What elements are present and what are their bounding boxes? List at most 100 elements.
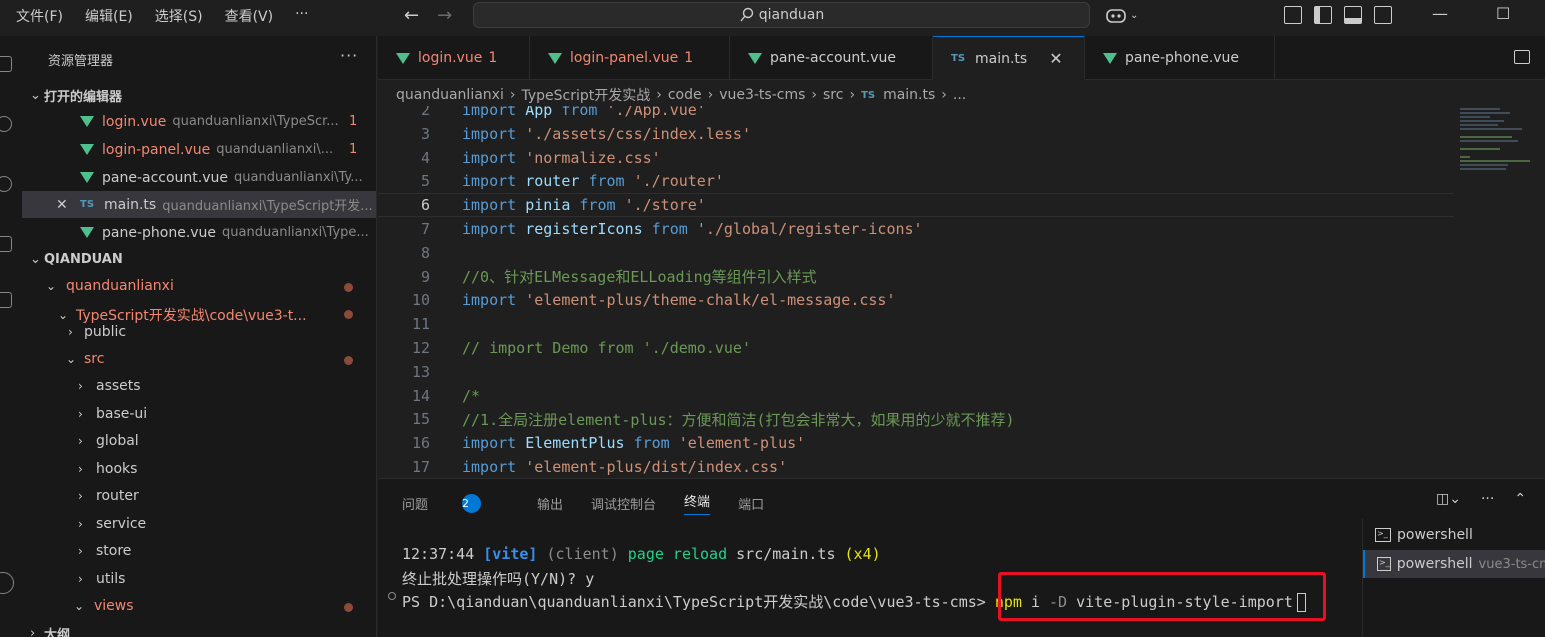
outline-header[interactable]: › 大纲: [30, 624, 70, 637]
code-line[interactable]: 3 import './assets/css/index.less': [378, 122, 1454, 146]
tree-folder-quanduanlianxi[interactable]: ⌄ quanduanlianxi: [46, 278, 174, 294]
forward-arrow-icon[interactable]: →: [437, 5, 452, 26]
chevron-down-icon: ⌄: [30, 252, 41, 267]
breadcrumb-item[interactable]: ...: [953, 87, 966, 103]
account-icon[interactable]: [0, 572, 14, 594]
terminal-item-powershell[interactable]: >_ powershell: [1363, 521, 1545, 549]
tab-login-panel-vue[interactable]: login-panel.vue 1: [530, 36, 730, 80]
tree-folder-public[interactable]: › public: [68, 324, 126, 340]
close-icon[interactable]: ✕: [1049, 49, 1062, 68]
code-line[interactable]: 10 import 'element-plus/theme-chalk/el-me…: [378, 288, 1454, 312]
tab-problems[interactable]: 问题 2: [402, 491, 509, 515]
split-terminal-icon[interactable]: ◫⌄: [1436, 491, 1461, 507]
breadcrumb-item[interactable]: src: [823, 87, 843, 103]
tree-folder-typescript-path[interactable]: ⌄ TypeScript开发实战\code\vue3-t...: [58, 305, 307, 325]
customize-layout-icon[interactable]: [1284, 6, 1302, 24]
code-line[interactable]: 14 /*: [378, 384, 1454, 408]
breadcrumb-item[interactable]: vue3-ts-cms: [719, 87, 805, 103]
chevron-right-icon: ›: [78, 544, 83, 558]
search-view-icon[interactable]: [0, 116, 12, 132]
breadcrumb-item[interactable]: code: [668, 87, 702, 103]
open-editor-main-ts[interactable]: ✕ TS main.ts quanduanlianxi\TypeScript开发…: [22, 191, 376, 218]
chevron-down-icon: ⌄: [46, 279, 57, 293]
ts-file-icon: TS: [80, 199, 95, 210]
chevron-down-icon: ⌄: [58, 308, 69, 322]
code-editor[interactable]: 2 import App from './App.vue' 3 import './a…: [378, 106, 1454, 476]
tree-folder-router[interactable]: › router: [78, 488, 139, 504]
command-decoration-icon[interactable]: [388, 592, 396, 600]
code-line[interactable]: 5 import router from './router': [378, 169, 1454, 193]
maximize-panel-icon[interactable]: ⌃: [1514, 491, 1526, 507]
code-line[interactable]: 12 // import Demo from './demo.vue': [378, 336, 1454, 360]
split-editor-icon[interactable]: [1514, 50, 1530, 64]
tab-ports[interactable]: 端口: [738, 491, 764, 515]
tree-folder-assets[interactable]: › assets: [78, 378, 141, 394]
code-text: import pinia from './store': [462, 196, 706, 215]
code-line[interactable]: 15 //1.全局注册element-plus：方便和简洁(打包会非常大，如果用的…: [378, 407, 1454, 431]
code-line[interactable]: 16 import ElementPlus from 'element-plus': [378, 431, 1454, 455]
extensions-icon[interactable]: [0, 292, 12, 308]
tab-pane-account-vue[interactable]: pane-account.vue: [730, 36, 933, 80]
menu-selection[interactable]: 选择(S): [155, 6, 203, 26]
chevron-down-icon: ⌄: [30, 88, 41, 103]
tree-folder-store[interactable]: › store: [78, 543, 131, 559]
tree-folder-base-ui[interactable]: › base-ui: [78, 406, 147, 422]
tab-login-vue[interactable]: login.vue 1: [378, 36, 530, 80]
toggle-sidebar-icon[interactable]: [1314, 6, 1332, 24]
explorer-icon[interactable]: [0, 56, 12, 72]
menu-more[interactable]: ···: [295, 6, 308, 26]
back-arrow-icon[interactable]: ←: [404, 5, 419, 26]
breadcrumb-item[interactable]: main.ts: [883, 87, 935, 103]
open-editors-header[interactable]: ⌄ 打开的编辑器: [30, 86, 122, 105]
menu-file[interactable]: 文件(F): [16, 6, 63, 26]
minimize-icon[interactable]: —: [1432, 4, 1448, 23]
more-icon[interactable]: ···: [1481, 491, 1494, 507]
run-debug-icon[interactable]: [0, 236, 12, 252]
toggle-secondary-sidebar-icon[interactable]: [1374, 6, 1392, 24]
code-line[interactable]: 8: [378, 241, 1454, 265]
tree-folder-views[interactable]: ⌄ views: [74, 598, 134, 614]
problem-count: 1: [349, 142, 358, 157]
tree-folder-src[interactable]: ⌄ src: [66, 351, 104, 367]
tree-folder-hooks[interactable]: › hooks: [78, 461, 137, 477]
sidebar-more-icon[interactable]: ···: [340, 46, 358, 65]
code-line[interactable]: 6 import pinia from './store': [378, 193, 1454, 218]
code-line[interactable]: 2 import App from './App.vue': [378, 106, 1454, 122]
close-icon[interactable]: ✕: [56, 197, 68, 213]
copilot-menu[interactable]: ⌄: [1105, 6, 1138, 24]
tab-pane-phone-vue[interactable]: pane-phone.vue: [1085, 36, 1275, 80]
tab-debug-console[interactable]: 调试控制台: [591, 491, 656, 515]
maximize-icon[interactable]: ☐: [1496, 4, 1510, 23]
menu-edit[interactable]: 编辑(E): [85, 6, 133, 26]
line-number: 14: [411, 386, 430, 405]
minimap[interactable]: [1460, 108, 1536, 198]
code-line[interactable]: 4 import 'normalize.css': [378, 146, 1454, 170]
tree-folder-global[interactable]: › global: [78, 433, 139, 449]
code-line[interactable]: 7 import registerIcons from './global/reg…: [378, 217, 1454, 241]
command-center-search[interactable]: qianduan: [473, 2, 1090, 28]
workspace-header[interactable]: ⌄ QIANDUAN: [30, 252, 123, 267]
source-control-icon[interactable]: [0, 176, 12, 192]
search-icon: [740, 7, 753, 22]
menu-view[interactable]: 查看(V): [225, 6, 274, 26]
terminal-list: >_ powershell >_ powershell vue3-ts-cms: [1362, 519, 1545, 637]
code-text: //1.全局注册element-plus：方便和简洁(打包会非常大，如果用的少就…: [462, 410, 1015, 429]
tab-terminal[interactable]: 终端: [684, 491, 711, 515]
code-line[interactable]: 13: [378, 360, 1454, 384]
toggle-panel-icon[interactable]: [1344, 6, 1362, 24]
tree-folder-utils[interactable]: › utils: [78, 571, 125, 587]
open-editor-pane-phone-vue[interactable]: pane-phone.vue quanduanlianxi\Type...: [22, 219, 376, 246]
tree-folder-service[interactable]: › service: [78, 516, 146, 532]
open-editor-login-panel-vue[interactable]: login-panel.vue quanduanlianxi\... 1: [22, 136, 376, 163]
code-line[interactable]: 9 //0、针对ELMessage和ELLoading等组件引入样式: [378, 265, 1454, 289]
code-line[interactable]: 11: [378, 312, 1454, 336]
code-line[interactable]: 17 import 'element-plus/dist/index.css': [378, 455, 1454, 476]
breadcrumb-item[interactable]: TypeScript开发实战: [521, 85, 650, 105]
open-editor-pane-account-vue[interactable]: pane-account.vue quanduanlianxi\Ty...: [22, 164, 376, 191]
terminal-item-powershell-active[interactable]: >_ powershell vue3-ts-cms: [1363, 550, 1545, 578]
open-editor-login-vue[interactable]: login.vue quanduanlianxi\TypeScr... 1: [22, 108, 376, 135]
layout-controls: [1284, 6, 1392, 24]
breadcrumb-item[interactable]: quanduanlianxi: [396, 87, 504, 103]
tab-output[interactable]: 输出: [537, 491, 563, 515]
tab-main-ts[interactable]: TS main.ts ✕: [933, 36, 1085, 80]
